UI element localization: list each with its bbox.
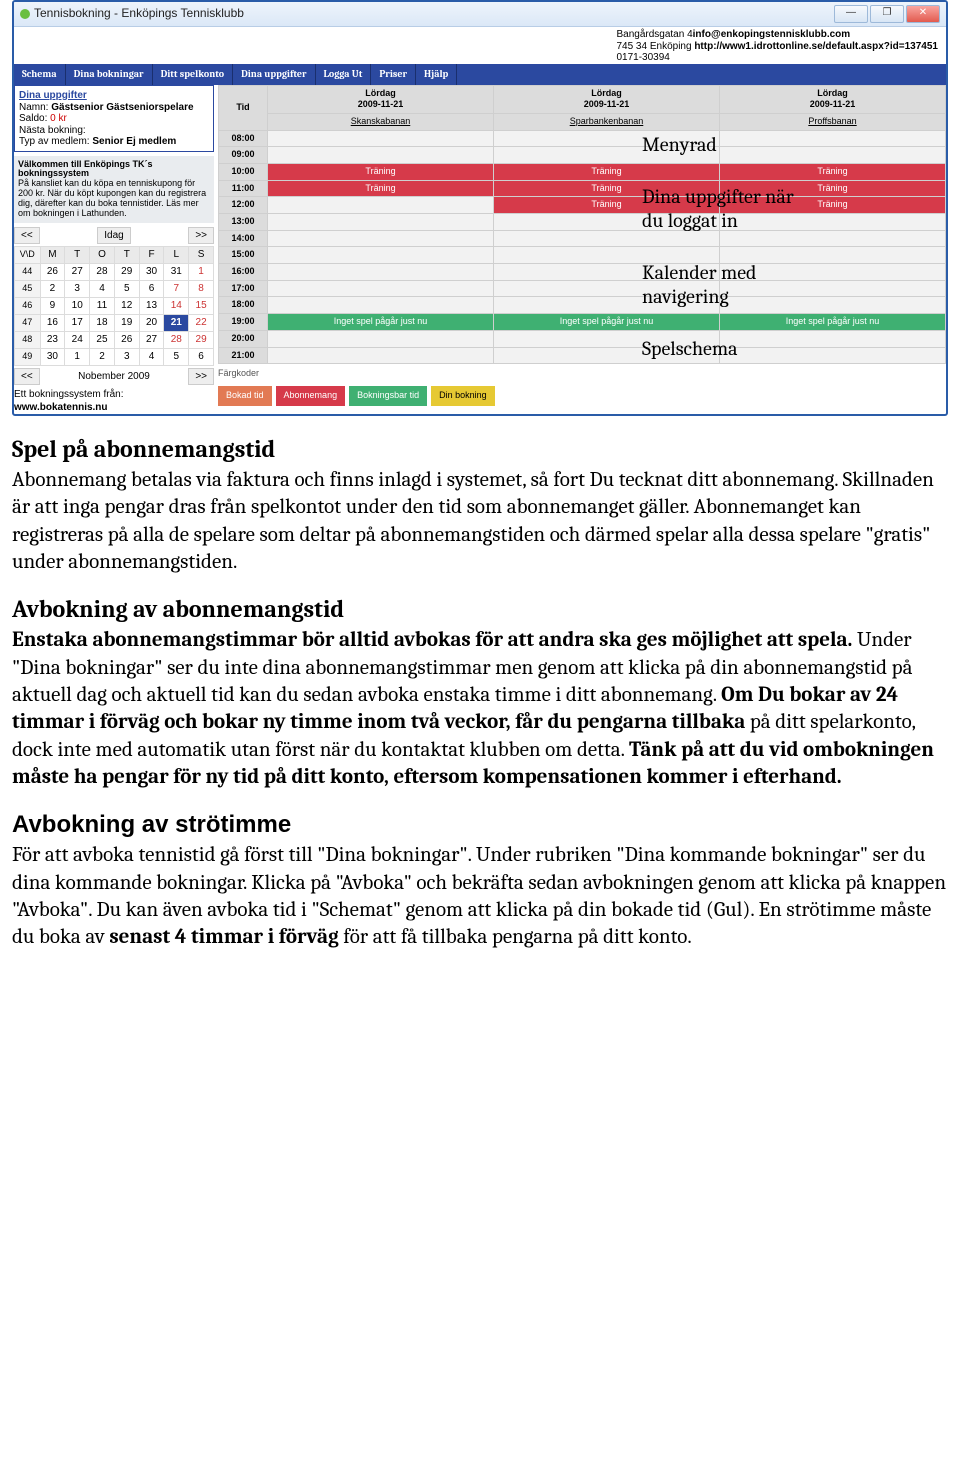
calendar-nav: << Idag >> xyxy=(14,227,214,244)
menubar: Schema Dina bokningar Ditt spelkonto Din… xyxy=(14,64,946,85)
menu-schema[interactable]: Schema xyxy=(14,64,66,85)
p-avbokning-abonnemangstid: Enstaka abonnemangstimmar bör alltid avb… xyxy=(12,627,948,791)
cal-head-wk: V\D xyxy=(15,246,41,263)
header-phone: 0171-30394 xyxy=(616,52,669,63)
p-avbokning-strotimme: För att avboka tennistid gå först till "… xyxy=(12,842,948,951)
court-3[interactable]: Proffsbanan xyxy=(720,113,946,130)
header-addr1: Bangårdsgatan 4 xyxy=(616,29,692,40)
window-titlebar: Tennisbokning - Enköpings Tennisklubb — … xyxy=(14,2,946,27)
menu-hjalp[interactable]: Hjälp xyxy=(416,64,457,85)
calendar-month-nav: << Nobember 2009 >> xyxy=(14,368,214,385)
menu-logga-ut[interactable]: Logga Ut xyxy=(316,64,372,85)
cal-selected-day[interactable]: 21 xyxy=(164,314,189,331)
header-url: http://www1.idrottonline.se/default.aspx… xyxy=(694,41,938,52)
header-info: Bangårdsgatan 4info@enkopingstennisklubb… xyxy=(14,27,946,64)
window-title: Tennisbokning - Enköpings Tennisklubb xyxy=(34,6,244,22)
cal-prev-button[interactable]: << xyxy=(14,227,40,244)
cal-month-next[interactable]: >> xyxy=(188,368,214,385)
user-panel: Dina uppgifter Namn: Gästsenior Gästseni… xyxy=(14,85,214,152)
menu-priser[interactable]: Priser xyxy=(371,64,416,85)
saldo-label: Saldo: xyxy=(19,113,47,124)
header-email: info@enkopingstennisklubb.com xyxy=(693,29,851,40)
screenshot-frame: Tennisbokning - Enköpings Tennisklubb — … xyxy=(12,0,948,416)
welcome-body: På kansliet kan du köpa en tenniskupong … xyxy=(18,178,206,218)
cal-month-label: Nobember 2009 xyxy=(72,369,156,384)
sched-time-header: Tid xyxy=(219,85,268,130)
window-maximize-button[interactable]: ❐ xyxy=(870,5,904,23)
menu-dina-bokningar[interactable]: Dina bokningar xyxy=(66,64,153,85)
schedule: Tid Lördag2009-11-21 Lördag2009-11-21 Lö… xyxy=(218,85,946,414)
footer-note-1: Ett bokningssystem från: xyxy=(14,389,124,400)
window-minimize-button[interactable]: — xyxy=(834,5,868,23)
legend-bokad: Bokad tid xyxy=(218,386,272,406)
name-value: Gästsenior Gästseniorspelare xyxy=(51,102,193,113)
app-icon xyxy=(20,9,30,19)
legend-title: Färgkoder xyxy=(218,368,946,380)
calendar: V\D M T O T F L S 442627282930311 452345… xyxy=(14,246,214,366)
user-panel-title: Dina uppgifter xyxy=(19,89,209,102)
window-close-button[interactable]: ✕ xyxy=(906,5,940,23)
p-spel-pa-abonnemangstid: Abonnemang betalas via faktura och finns… xyxy=(12,467,948,576)
court-1[interactable]: Skanskabanan xyxy=(268,113,494,130)
header-addr2: 745 34 Enköping xyxy=(616,41,691,52)
legend-din-bokning: Din bokning xyxy=(431,386,495,406)
member-type-label: Typ av medlem: xyxy=(19,136,90,147)
legend: Bokad tid Abonnemang Bokningsbar tid Din… xyxy=(218,386,946,406)
h-avbokning-strotimme: Avbokning av strötimme xyxy=(12,809,948,840)
slot-nogame[interactable]: Inget spel pågår just nu xyxy=(268,314,494,331)
next-booking-label: Nästa bokning: xyxy=(19,125,209,137)
legend-bokningsbar: Bokningsbar tid xyxy=(349,386,427,406)
member-type-value: Senior Ej medlem xyxy=(92,136,176,147)
welcome-box: Välkommen till Enköpings TK´s bokningssy… xyxy=(14,156,214,223)
court-2[interactable]: Sparbankenbanan xyxy=(494,113,720,130)
cal-next-button[interactable]: >> xyxy=(188,227,214,244)
welcome-title: Välkommen till Enköpings TK´s bokningssy… xyxy=(18,159,153,179)
name-label: Namn: xyxy=(19,102,48,113)
cal-month-prev[interactable]: << xyxy=(14,368,40,385)
cal-today-button[interactable]: Idag xyxy=(97,227,130,244)
slot-training[interactable]: Träning xyxy=(268,163,494,180)
saldo-value: 0 kr xyxy=(50,113,67,124)
footer-note-2: www.bokatennis.nu xyxy=(14,402,108,413)
h-spel-pa-abonnemangstid: Spel på abonnemangstid xyxy=(12,434,948,465)
legend-abonnemang: Abonnemang xyxy=(276,386,346,406)
h-avbokning-abonnemangstid: Avbokning av abonnemangstid xyxy=(12,594,948,625)
menu-dina-uppgifter[interactable]: Dina uppgifter xyxy=(233,64,315,85)
menu-ditt-spelkonto[interactable]: Ditt spelkonto xyxy=(153,64,234,85)
